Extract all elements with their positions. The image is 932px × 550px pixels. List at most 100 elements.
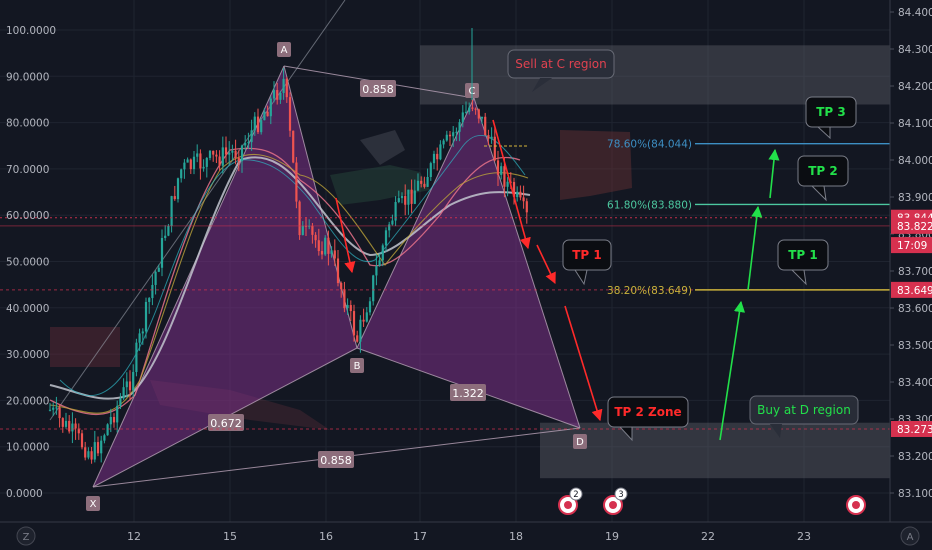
- left-tick-label: 0.0000: [6, 488, 43, 500]
- candle-body: [167, 225, 170, 236]
- fib-label: 61.80%(83.880): [607, 199, 692, 211]
- auto-scale-toggle[interactable]: A: [900, 526, 920, 546]
- candle-body: [202, 166, 205, 169]
- candle-body: [68, 420, 71, 432]
- candle-body: [109, 416, 112, 425]
- pattern-ratio-xb: 0.672: [208, 414, 244, 431]
- candle-body: [484, 116, 487, 136]
- candle-body: [122, 387, 125, 399]
- event-badge-dot: [564, 501, 572, 509]
- fib-label: 38.20%(83.649): [607, 285, 692, 297]
- pattern-point-x: X: [86, 496, 100, 511]
- candle-body: [324, 237, 327, 255]
- time-tick-label: 19: [605, 530, 619, 543]
- right-tick-label: 83.200: [898, 451, 932, 463]
- candle-body: [106, 424, 109, 436]
- candle-body: [388, 224, 391, 231]
- chart-canvas[interactable]: XABCD0.6720.8581.3220.858 78.60%(84.044)…: [0, 0, 932, 550]
- candle-body: [330, 250, 333, 254]
- candle-body: [436, 153, 439, 160]
- candle-body: [128, 381, 132, 391]
- candle-body: [183, 162, 186, 170]
- candle-body: [138, 333, 141, 343]
- candle-body: [100, 440, 103, 454]
- candle-body: [208, 150, 212, 158]
- candle-body: [196, 153, 199, 157]
- candle-body: [340, 283, 343, 290]
- candle-body: [279, 92, 282, 100]
- candle-body: [244, 142, 247, 146]
- candle-body: [426, 176, 429, 187]
- candle-body: [221, 147, 224, 166]
- candle-body: [61, 418, 64, 427]
- candle-body: [224, 147, 228, 155]
- tp-callout-label: TP 2: [808, 164, 838, 178]
- candle-body: [141, 331, 144, 334]
- candle-body: [266, 111, 269, 117]
- price-tag-label: 17:09: [897, 240, 927, 252]
- tp-callout-label: TP 3: [816, 105, 846, 119]
- candle-body: [218, 156, 221, 166]
- left-tick-label: 20.0000: [6, 395, 49, 407]
- candle-body: [260, 120, 263, 133]
- tp-callout-label: TP 1: [788, 248, 818, 262]
- zoom-toggle[interactable]: Z: [16, 526, 36, 546]
- candle-body: [356, 335, 359, 342]
- candle-body: [288, 97, 292, 131]
- candle-body: [144, 301, 148, 332]
- right-tick-label: 84.400: [898, 7, 932, 19]
- candle-body: [164, 235, 167, 238]
- fib-label: 78.60%(84.044): [607, 139, 692, 151]
- candle-body: [458, 122, 461, 132]
- event-badge: [846, 495, 866, 515]
- price-tag-label: 83.649: [897, 285, 932, 297]
- candle-body: [368, 301, 372, 313]
- left-tick-label: 50.0000: [6, 257, 49, 269]
- left-tick-label: 30.0000: [6, 349, 49, 361]
- candle-body: [154, 271, 157, 285]
- time-tick-label: 15: [223, 530, 237, 543]
- pattern-ratio-bd: 1.322: [450, 384, 486, 401]
- candle-body: [378, 260, 381, 267]
- candle-body: [298, 201, 301, 236]
- candle-body: [381, 245, 384, 261]
- candle-body: [282, 78, 285, 93]
- candle-body: [311, 225, 314, 235]
- candle-body: [468, 107, 471, 112]
- candle-body: [157, 267, 160, 272]
- candle-body: [87, 451, 90, 458]
- candle-body: [90, 451, 93, 460]
- candle-body: [525, 201, 528, 213]
- pattern-ratio-xd: 0.858: [318, 451, 354, 468]
- candle-body: [391, 220, 394, 225]
- candle-body: [461, 112, 464, 123]
- right-tick-label: 83.700: [898, 266, 932, 278]
- price-tag: 83.822: [891, 217, 932, 234]
- candle-body: [228, 152, 231, 155]
- candle-body: [292, 130, 295, 163]
- candle-body: [205, 157, 208, 167]
- candle-body: [151, 284, 154, 299]
- candle-body: [148, 298, 151, 302]
- time-tick-label: 16: [319, 530, 333, 543]
- pattern-ratio-label: 0.858: [362, 83, 394, 96]
- zone-box: [540, 422, 890, 479]
- candle-body: [416, 180, 420, 191]
- candle-body: [493, 136, 496, 161]
- candle-body: [410, 189, 413, 204]
- candle-body: [215, 154, 218, 157]
- candle-body: [333, 250, 336, 259]
- candle-body: [474, 108, 477, 110]
- candle-body: [480, 116, 484, 119]
- candle-body: [413, 190, 416, 204]
- indicator-band: [50, 327, 120, 367]
- tp-callout-label: TP 1: [572, 248, 602, 262]
- candle-body: [212, 150, 215, 155]
- pattern-point-label: B: [354, 361, 361, 372]
- candle-body: [285, 78, 288, 98]
- left-tick-label: 90.0000: [6, 71, 49, 83]
- candle-body: [506, 181, 509, 187]
- candle-body: [269, 98, 272, 117]
- time-tick-label: 22: [701, 530, 715, 543]
- candle-body: [343, 289, 346, 309]
